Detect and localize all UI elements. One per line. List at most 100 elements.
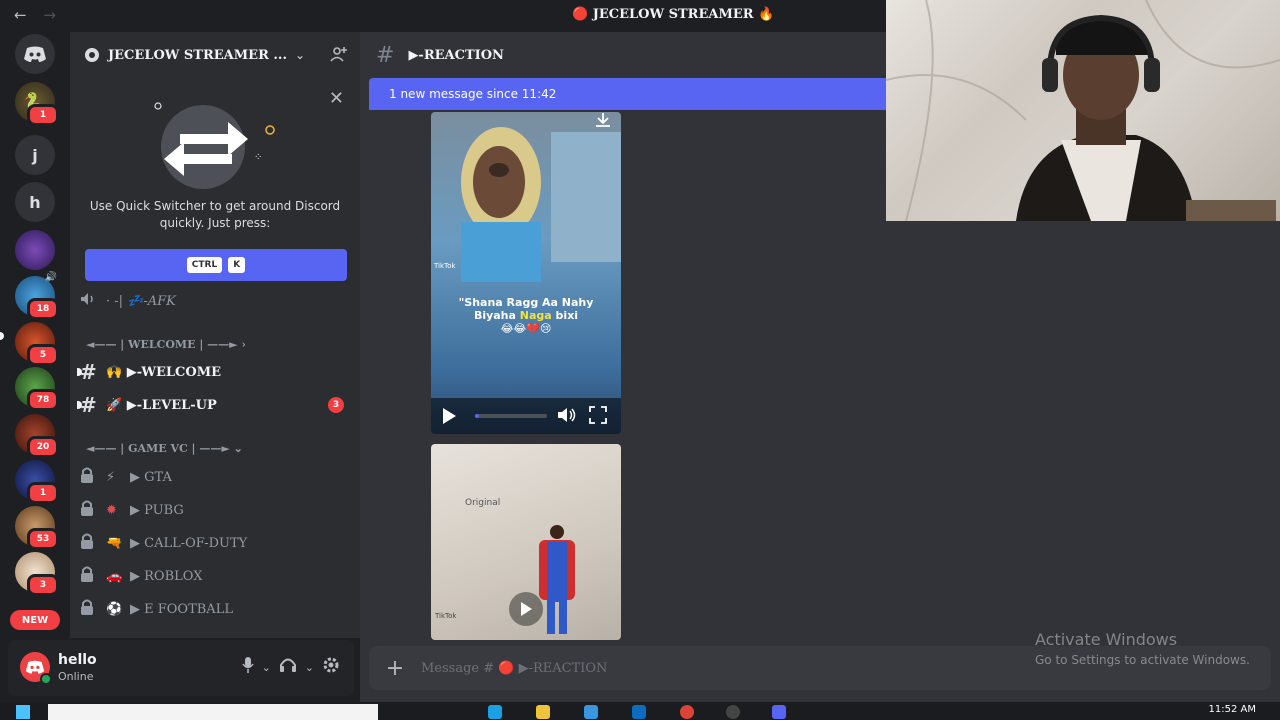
server-badge: 3 <box>27 574 59 596</box>
new-badge[interactable]: NEW <box>10 610 60 630</box>
discord-home-icon[interactable] <box>15 34 55 74</box>
close-icon[interactable]: ✕ <box>329 88 344 109</box>
obs-icon[interactable] <box>726 705 740 719</box>
server-badge: 20 <box>27 436 59 458</box>
quick-switcher-tip: ✕ + + ⁘ Use Quick Switcher to get around… <box>80 84 350 284</box>
quick-switcher-message: Use Quick Switcher to get around Discord… <box>89 199 341 230</box>
server-boost-icon <box>85 48 99 62</box>
mail-icon[interactable] <box>632 705 646 719</box>
discord-app: ← → 🔴 JECELOW STREAMER 🔥 🐍 1 j h 🔊 18 5 … <box>0 0 1280 720</box>
server-icon-j[interactable]: j <box>15 135 55 175</box>
server-name: JECELOW STREAMER ... <box>108 47 287 63</box>
server-icon-h[interactable]: h <box>15 182 55 222</box>
server-icon-tan[interactable]: 53 <box>15 506 59 550</box>
k-key: K <box>228 257 246 273</box>
file-explorer-icon[interactable] <box>536 705 550 719</box>
activate-windows-watermark: Activate Windows Go to Settings to activ… <box>1035 630 1250 667</box>
server-icon-green[interactable]: 78 <box>15 367 59 411</box>
voice-channel-call-of-duty[interactable]: 🔫 ▶ CALL-OF-DUTY <box>80 528 352 558</box>
server-icon-fire[interactable]: 5 <box>15 322 59 366</box>
selected-pill <box>0 332 4 340</box>
channel-welcome[interactable]: # 🙌 ▶-WELCOME <box>77 357 352 387</box>
server-icon-blue[interactable]: 🔊 18 <box>15 272 59 320</box>
server-icon-purple[interactable] <box>15 230 55 270</box>
edge-icon[interactable] <box>488 705 502 719</box>
chevron-down-icon[interactable]: ⌄ <box>262 661 271 674</box>
speaker-icon <box>80 292 106 310</box>
voice-channel-e-football[interactable]: ⚽ ▶ E FOOTBALL <box>80 594 352 624</box>
voice-channel-roblox[interactable]: 🚗 ▶ ROBLOX <box>80 561 352 591</box>
category-game-vc[interactable]: ◄—— | GAME VC | ——► ⌄ <box>86 442 243 455</box>
mention-badge: 3 <box>328 397 344 413</box>
online-status-dot <box>40 673 52 685</box>
server-icon-red[interactable]: 20 <box>15 414 59 458</box>
channel-sidebar: JECELOW STREAMER ... ⌄ ✕ + + ⁘ Use Quick… <box>70 32 360 638</box>
invite-people-icon[interactable] <box>330 45 348 67</box>
window-title: 🔴 JECELOW STREAMER 🔥 <box>572 7 775 22</box>
windows-taskbar: 11:52 AM <box>0 702 1280 720</box>
server-header[interactable]: JECELOW STREAMER ... ⌄ <box>70 32 360 78</box>
server-badge: 1 <box>27 104 59 126</box>
fullscreen-icon[interactable] <box>589 406 607 428</box>
category-welcome[interactable]: ◄—— | WELCOME | ——► › <box>86 338 246 351</box>
quick-switcher-shortcut-button[interactable]: CTRL K <box>85 249 347 281</box>
play-icon[interactable] <box>509 592 543 626</box>
server-badge: 1 <box>27 482 59 504</box>
username: hello <box>58 652 97 668</box>
video-thumbnail <box>461 127 621 282</box>
discord-taskbar-icon[interactable] <box>772 705 786 719</box>
server-badge: 18 <box>27 298 59 320</box>
lock-icon <box>80 500 106 520</box>
headphones-icon[interactable] <box>279 657 297 677</box>
windows-start-icon[interactable] <box>16 705 30 719</box>
volume-icon[interactable] <box>557 406 577 428</box>
hash-icon: # <box>80 393 97 417</box>
streamer-webcam-image <box>886 0 1280 221</box>
server-icon-navy[interactable]: 1 <box>15 460 59 504</box>
play-icon[interactable] <box>441 407 457 429</box>
lock-icon <box>80 599 106 619</box>
server-icon-light[interactable]: 3 <box>15 552 59 596</box>
gear-icon[interactable] <box>322 656 340 678</box>
lock-icon <box>80 533 106 553</box>
channel-afk[interactable]: · -| 💤-AFK <box>80 286 352 316</box>
server-icon-1[interactable]: 🐍 1 <box>15 82 59 126</box>
hash-icon: # <box>376 42 395 68</box>
switch-arrows-icon: + + ⁘ <box>154 102 275 189</box>
video-caption: "Shana Ragg Aa Nahy Biyaha Naga bixi 😂😂💔… <box>458 296 594 335</box>
download-icon[interactable] <box>593 112 613 130</box>
video-controls <box>431 398 621 434</box>
add-attachment-icon[interactable]: + <box>369 656 421 681</box>
message-input[interactable]: Message # 🔴 ▶-REACTION <box>421 661 607 676</box>
tiktok-watermark: TikTok <box>435 612 457 620</box>
history-nav: ← → <box>14 6 68 24</box>
tiktok-watermark: TikTok <box>434 262 456 270</box>
video-progress-bar[interactable] <box>475 414 547 418</box>
back-arrow-icon[interactable]: ← <box>14 6 27 24</box>
speaker-icon: 🔊 <box>44 272 57 283</box>
voice-channel-pubg[interactable]: ✹ ▶ PUBG <box>80 495 352 525</box>
taskbar-clock: 11:52 AM <box>1208 704 1256 715</box>
user-panel: hello Online ⌄ ⌄ <box>8 640 354 696</box>
new-messages-bar[interactable]: 1 new message since 11:42 <box>369 78 889 110</box>
taskbar-search[interactable] <box>48 704 378 720</box>
user-status: Online <box>58 670 94 683</box>
server-rail: 🐍 1 j h 🔊 18 5 78 20 1 53 3 NEW <box>0 32 70 702</box>
channel-level-up[interactable]: # 🚀 ▶-LEVEL-UP 3 <box>77 390 352 420</box>
store-icon[interactable] <box>584 705 598 719</box>
video-progress-fill <box>475 414 479 418</box>
webcam-overlay <box>886 0 1280 221</box>
server-badge: 53 <box>27 528 59 550</box>
microphone-icon[interactable] <box>241 656 254 678</box>
svg-text:⁘: ⁘ <box>254 152 262 163</box>
chrome-icon[interactable] <box>680 705 694 719</box>
chevron-down-icon[interactable]: ⌄ <box>305 661 314 674</box>
video-attachment-2[interactable]: Original TikTok <box>431 444 621 640</box>
server-badge: 78 <box>27 389 59 411</box>
lock-icon <box>80 566 106 586</box>
video-attachment-1[interactable]: TikTok "Shana Ragg Aa Nahy Biyaha Naga b… <box>431 112 621 434</box>
server-badge: 5 <box>27 344 59 366</box>
voice-channel-gta[interactable]: ⚡ ▶ GTA <box>80 462 352 492</box>
forward-arrow-icon[interactable]: → <box>43 6 56 24</box>
user-controls: ⌄ ⌄ <box>241 656 340 678</box>
